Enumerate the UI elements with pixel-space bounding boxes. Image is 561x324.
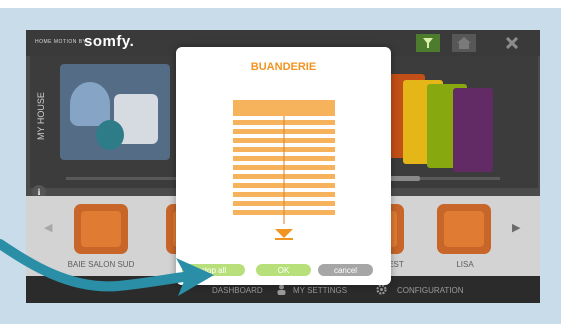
top-strip <box>0 0 561 8</box>
cancel-button[interactable]: cancel <box>318 264 373 276</box>
house-picture[interactable] <box>60 64 170 160</box>
house-shape <box>70 82 110 126</box>
device-label: LISA <box>456 260 474 269</box>
gear-icon <box>376 284 387 295</box>
close-button[interactable] <box>500 34 524 52</box>
ok-button[interactable]: OK <box>256 264 311 276</box>
scenario-card[interactable] <box>453 88 493 172</box>
blind-icon[interactable] <box>233 100 335 224</box>
filter-button[interactable] <box>416 34 440 52</box>
dialog-title: BUANDERIE <box>250 61 317 73</box>
home-icon <box>457 37 471 49</box>
annotation-arrow-icon <box>0 239 214 296</box>
my-house-label: MY HOUSE <box>36 92 46 140</box>
home-button[interactable] <box>452 34 476 52</box>
footer-my-settings[interactable]: MY SETTINGS <box>293 286 347 295</box>
gallery-scroll-thumb[interactable] <box>390 176 420 181</box>
house-shape <box>96 120 124 150</box>
somfy-logo: somfy. <box>84 33 135 50</box>
scenario-cards[interactable] <box>385 74 495 172</box>
close-icon <box>506 37 518 49</box>
footer-configuration[interactable]: CONFIGURATION <box>397 286 464 295</box>
blind-top-rail <box>233 100 335 116</box>
chevron-right-icon[interactable]: ▶ <box>512 221 520 234</box>
user-icon <box>277 284 286 295</box>
filter-icon <box>423 38 433 48</box>
brand-tagline: home motion by <box>35 39 87 45</box>
blind-down-arrow-icon[interactable] <box>274 227 294 240</box>
device-tile[interactable] <box>437 204 491 254</box>
